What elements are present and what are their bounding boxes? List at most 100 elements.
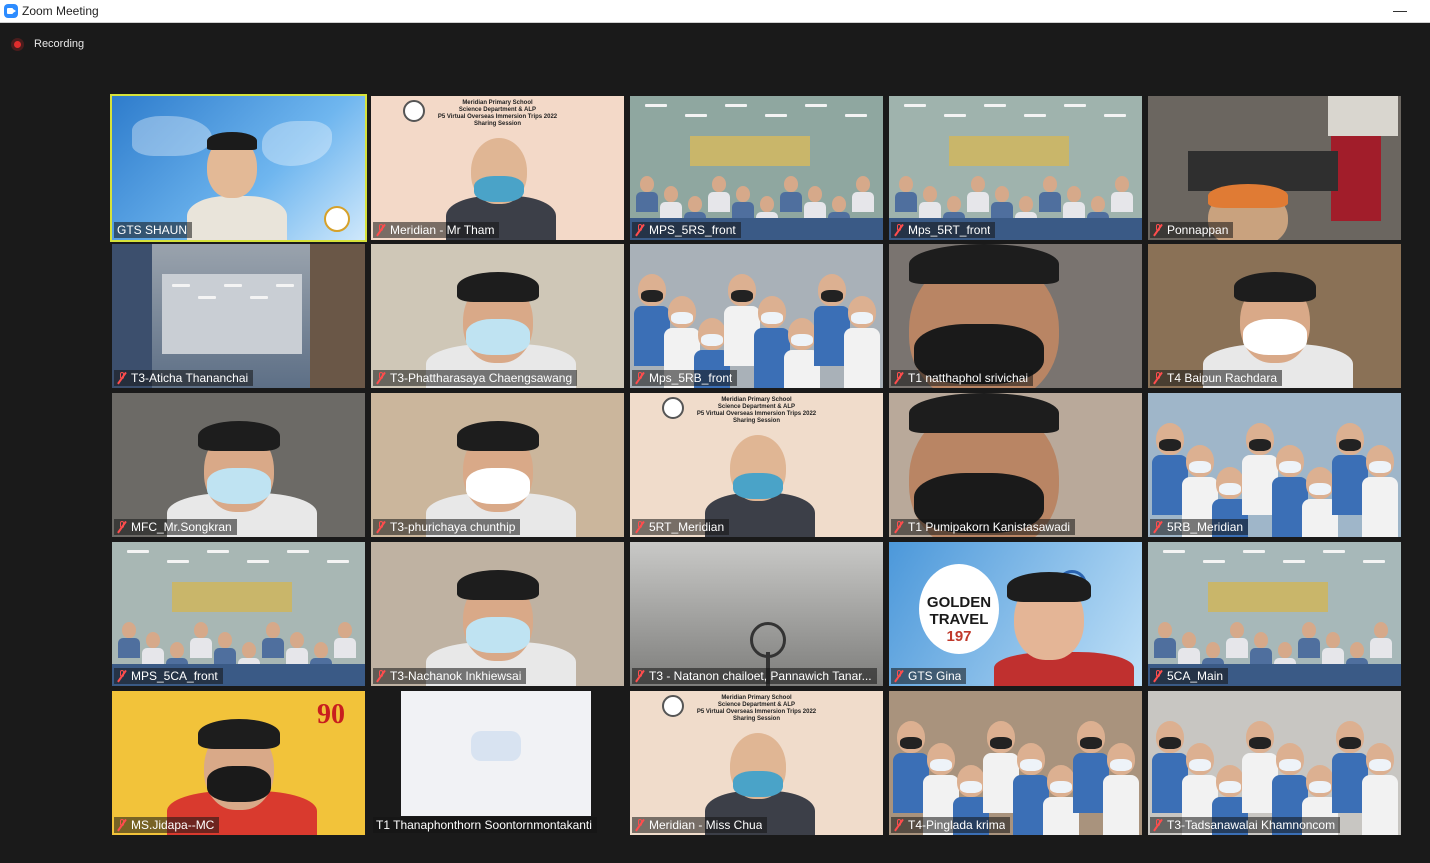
- recording-indicator[interactable]: Recording: [11, 36, 84, 52]
- participant-tile[interactable]: MFC_Mr.Songkran: [112, 393, 365, 537]
- participant-tile[interactable]: GOLDEN TRAVEL 197 GTS Gina: [889, 542, 1142, 686]
- student-face: [314, 642, 328, 658]
- participant-tile[interactable]: T3-Tadsanawalai Khamnoncom: [1148, 691, 1401, 835]
- face-mask: [207, 468, 271, 504]
- ceiling-light: [1024, 114, 1046, 117]
- video-feed: Meridian Primary School Science Departmen…: [630, 691, 883, 835]
- participant-name-tag: T1 natthaphol srivichai: [891, 370, 1034, 386]
- participant-tile[interactable]: MPS_5RS_front: [630, 96, 883, 240]
- ceiling-light: [1363, 560, 1385, 563]
- ceiling-light: [1283, 560, 1305, 563]
- participant-hair: [207, 132, 257, 150]
- face-mask: [900, 737, 922, 749]
- face-mask: [851, 312, 873, 324]
- video-feed: [1148, 393, 1401, 537]
- participant-tile[interactable]: Mps_5RB_front: [630, 244, 883, 388]
- participant-name: 5CA_Main: [1167, 669, 1224, 683]
- participant-name: T3-Tadsanawalai Khamnoncom: [1167, 818, 1336, 832]
- face-mask: [1339, 439, 1361, 451]
- video-feed: [889, 244, 1142, 388]
- participant-tile[interactable]: Meridian Primary School Science Departmen…: [371, 96, 624, 240]
- face-mask: [1189, 759, 1211, 771]
- muted-microphone-icon: [376, 224, 386, 236]
- ceiling-light: [984, 104, 1006, 107]
- ceiling-light: [685, 114, 707, 117]
- participant-body: [187, 196, 287, 240]
- face-mask: [990, 737, 1012, 749]
- participant-tile[interactable]: T1 Thanaphonthorn Soontornmontakanti: [371, 691, 624, 835]
- muted-microphone-icon: [635, 372, 645, 384]
- school-logo: [403, 100, 425, 122]
- map-continent: [132, 116, 212, 156]
- participant-tile[interactable]: 5CA_Main: [1148, 542, 1401, 686]
- school-logo: [662, 397, 684, 419]
- participant-tile[interactable]: MPS_5CA_front: [112, 542, 365, 686]
- face-mask: [930, 759, 952, 771]
- muted-microphone-icon: [1153, 819, 1163, 831]
- notice-board: [690, 136, 810, 166]
- participant-tile[interactable]: 90 MS.Jidapa--MC: [112, 691, 365, 835]
- participant-tile[interactable]: T3-Nachanok Inkhiewsai: [371, 542, 624, 686]
- student-face: [688, 196, 702, 212]
- ceiling-light: [805, 104, 827, 107]
- minimize-button[interactable]: —: [1390, 3, 1410, 19]
- video-feed: [889, 691, 1142, 835]
- participant-name-tag: MFC_Mr.Songkran: [114, 519, 237, 535]
- participant-tile[interactable]: Mps_5RT_front: [889, 96, 1142, 240]
- participant-tile[interactable]: T3-phurichaya chunthip: [371, 393, 624, 537]
- participant-tile[interactable]: T3 - Natanon chailoet, Pannawich Tanar..…: [630, 542, 883, 686]
- participant-tile[interactable]: T3-Aticha Thananchai: [112, 244, 365, 388]
- participant-tile[interactable]: Meridian Primary School Science Departmen…: [630, 393, 883, 537]
- participant-tile[interactable]: Ponnappan: [1148, 96, 1401, 240]
- video-feed: [371, 393, 624, 537]
- participant-name: T1 natthaphol srivichai: [908, 371, 1029, 385]
- title-bar: Zoom Meeting —: [0, 0, 1430, 23]
- student-face: [1302, 622, 1316, 638]
- face-mask: [1249, 737, 1271, 749]
- ceiling-light: [207, 550, 229, 553]
- student-face: [1019, 196, 1033, 212]
- student-body: [636, 192, 658, 212]
- muted-microphone-icon: [1153, 372, 1163, 384]
- student-body: [1111, 192, 1133, 212]
- student-face: [784, 176, 798, 192]
- ceiling-light: [250, 296, 268, 299]
- face-mask: [1050, 781, 1072, 793]
- student-face: [338, 622, 352, 638]
- participant-hair: [198, 719, 280, 749]
- student-face: [1326, 632, 1340, 648]
- participant-tile[interactable]: T1 natthaphol srivichai: [889, 244, 1142, 388]
- participant-name-tag: GTS SHAUN: [114, 222, 193, 238]
- participant-tile[interactable]: T1 Pumipakorn Kanistasawadi: [889, 393, 1142, 537]
- school-logo: [662, 695, 684, 717]
- ceiling-light: [725, 104, 747, 107]
- video-feed: [371, 244, 624, 388]
- participant-tile[interactable]: T4 Baipun Rachdara: [1148, 244, 1401, 388]
- muted-microphone-icon: [894, 819, 904, 831]
- muted-microphone-icon: [117, 372, 127, 384]
- student-face: [1254, 632, 1268, 648]
- face-mask: [474, 176, 524, 202]
- face-mask: [761, 312, 783, 324]
- participant-tile[interactable]: T3-Phattharasaya Chaengsawang: [371, 244, 624, 388]
- participant-name: T3 - Natanon chailoet, Pannawich Tanar..…: [649, 669, 872, 683]
- participant-hair: [457, 272, 539, 302]
- shirt-fold: [471, 731, 521, 761]
- participant-name: 5RT_Meridian: [649, 520, 725, 534]
- participant-tile[interactable]: T4-Pinglada krima: [889, 691, 1142, 835]
- participant-name-tag: T3-Aticha Thananchai: [114, 370, 254, 386]
- participant-name: Meridian - Miss Chua: [649, 818, 763, 832]
- student-face: [194, 622, 208, 638]
- ceiling-light: [127, 550, 149, 553]
- ceiling-light: [198, 296, 216, 299]
- participant-tile[interactable]: Meridian Primary School Science Departmen…: [630, 691, 883, 835]
- ceiling-light: [765, 114, 787, 117]
- muted-microphone-icon: [635, 224, 645, 236]
- face-mask: [1080, 737, 1102, 749]
- participant-tile[interactable]: GTS SHAUN: [110, 94, 367, 242]
- participant-tile[interactable]: 5RB_Meridian: [1148, 393, 1401, 537]
- ceiling-light: [1104, 114, 1126, 117]
- participant-name-tag: MPS_5RS_front: [632, 222, 741, 238]
- muted-microphone-icon: [117, 670, 127, 682]
- participant-name-tag: MS.Jidapa--MC: [114, 817, 220, 833]
